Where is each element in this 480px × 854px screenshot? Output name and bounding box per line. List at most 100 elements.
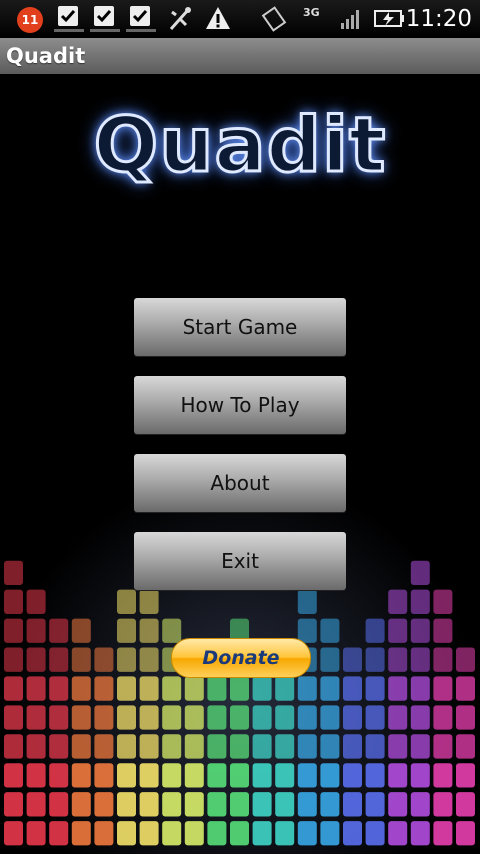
- notification-badge-icon[interactable]: 11: [17, 7, 43, 33]
- equalizer-block: [365, 618, 385, 643]
- equalizer-block: [184, 734, 204, 759]
- equalizer-block: [94, 792, 114, 817]
- equalizer-block: [252, 734, 272, 759]
- equalizer-block: [297, 589, 317, 614]
- equalizer-block: [26, 589, 46, 614]
- equalizer-block: [275, 676, 295, 701]
- equalizer-block: [49, 705, 69, 730]
- equalizer-block: [139, 792, 159, 817]
- equalizer-block: [297, 792, 317, 817]
- equalizer-block: [26, 618, 46, 643]
- equalizer-block: [207, 792, 227, 817]
- equalizer-block: [94, 705, 114, 730]
- equalizer-block: [410, 560, 430, 586]
- task-done-icon: [126, 6, 156, 32]
- equalizer-block: [26, 676, 46, 701]
- equalizer-block: [388, 618, 408, 643]
- equalizer-block: [49, 734, 69, 759]
- equalizer-block: [252, 821, 272, 846]
- equalizer-block: [410, 705, 430, 730]
- equalizer-block: [410, 792, 430, 817]
- equalizer-block: [26, 647, 46, 672]
- equalizer-block: [433, 734, 453, 759]
- equalizer-block: [230, 676, 249, 701]
- equalizer-block: [456, 821, 475, 846]
- equalizer-block: [71, 763, 91, 788]
- equalizer-block: [365, 792, 385, 817]
- equalizer-block: [71, 821, 91, 846]
- equalizer-block: [456, 792, 475, 817]
- equalizer-block: [365, 821, 385, 846]
- equalizer-block: [456, 705, 475, 730]
- equalizer-block: [26, 734, 46, 759]
- rotate-icon: [261, 6, 287, 32]
- equalizer-block: [456, 763, 475, 788]
- app-title: Quadit: [6, 44, 86, 68]
- equalizer-block: [343, 821, 362, 846]
- equalizer-block: [230, 792, 249, 817]
- equalizer-block: [433, 792, 453, 817]
- equalizer-block: [184, 792, 204, 817]
- equalizer-block: [117, 763, 136, 788]
- usb-icon: [169, 7, 191, 31]
- equalizer-block: [49, 676, 69, 701]
- network-3g-icon: 3G: [303, 6, 320, 19]
- equalizer-block: [230, 763, 249, 788]
- equalizer-block: [297, 705, 317, 730]
- equalizer-block: [26, 763, 46, 788]
- equalizer-block: [320, 734, 340, 759]
- equalizer-block: [433, 589, 453, 614]
- equalizer-block: [252, 792, 272, 817]
- equalizer-block: [71, 647, 91, 672]
- equalizer-block: [4, 589, 23, 614]
- how-to-play-button[interactable]: How To Play: [134, 376, 346, 434]
- equalizer-block: [433, 821, 453, 846]
- equalizer-block: [4, 734, 23, 759]
- battery-charging-icon: [374, 10, 404, 27]
- equalizer-block: [433, 763, 453, 788]
- equalizer-block: [117, 676, 136, 701]
- equalizer-block: [410, 821, 430, 846]
- equalizer-block: [433, 618, 453, 643]
- equalizer-block: [4, 763, 23, 788]
- equalizer-block: [343, 647, 362, 672]
- equalizer-block: [4, 647, 23, 672]
- equalizer-block: [388, 763, 408, 788]
- equalizer-block: [139, 734, 159, 759]
- equalizer-block: [184, 763, 204, 788]
- equalizer-block: [343, 734, 362, 759]
- equalizer-block: [117, 705, 136, 730]
- exit-button[interactable]: Exit: [134, 532, 346, 590]
- equalizer-block: [410, 763, 430, 788]
- equalizer-block: [49, 647, 69, 672]
- equalizer-block: [230, 734, 249, 759]
- task-done-icon: [54, 6, 84, 32]
- equalizer-block: [184, 676, 204, 701]
- equalizer-block: [365, 734, 385, 759]
- equalizer-block: [388, 647, 408, 672]
- equalizer-block: [343, 792, 362, 817]
- equalizer-block: [343, 763, 362, 788]
- equalizer-block: [433, 647, 453, 672]
- equalizer-block: [320, 821, 340, 846]
- equalizer-block: [297, 821, 317, 846]
- equalizer-block: [343, 705, 362, 730]
- equalizer-block: [207, 734, 227, 759]
- equalizer-block: [94, 763, 114, 788]
- equalizer-block: [320, 792, 340, 817]
- equalizer-block: [320, 618, 340, 643]
- equalizer-block: [162, 763, 182, 788]
- equalizer-block: [26, 792, 46, 817]
- equalizer-block: [139, 676, 159, 701]
- signal-icon: [341, 10, 359, 29]
- donate-button[interactable]: Donate: [171, 638, 311, 678]
- start-game-button[interactable]: Start Game: [134, 298, 346, 356]
- equalizer-block: [207, 705, 227, 730]
- equalizer-block: [456, 647, 475, 672]
- equalizer-block: [365, 647, 385, 672]
- equalizer-block: [117, 647, 136, 672]
- equalizer-block: [49, 792, 69, 817]
- about-button[interactable]: About: [134, 454, 346, 512]
- equalizer-block: [71, 676, 91, 701]
- equalizer-block: [139, 647, 159, 672]
